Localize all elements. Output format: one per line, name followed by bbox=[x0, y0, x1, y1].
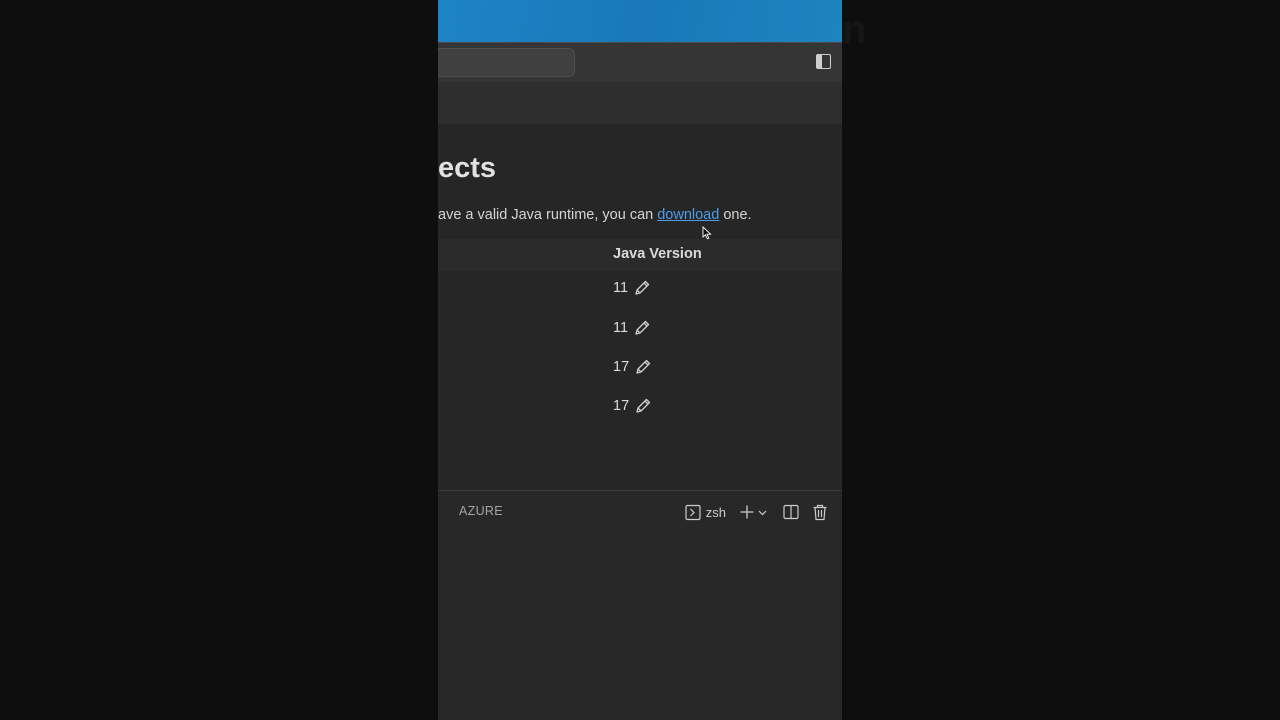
column-header-java-version: Java Version bbox=[613, 246, 702, 262]
table-row: 17 bbox=[613, 355, 652, 379]
title-bar bbox=[438, 42, 842, 83]
intro-text-before: ave a valid Java runtime, you can bbox=[438, 207, 658, 223]
terminal-name: zsh bbox=[705, 504, 726, 520]
new-terminal-button[interactable] bbox=[739, 504, 768, 520]
java-runtime-page: ects ave a valid Java runtime, you can d… bbox=[438, 124, 842, 490]
intro-text-after: one. bbox=[719, 207, 752, 223]
toggle-sidebar-icon[interactable] bbox=[816, 54, 831, 69]
page-title: ects bbox=[438, 152, 497, 184]
table-header: Java Version bbox=[438, 239, 842, 271]
pencil-icon[interactable] bbox=[633, 319, 651, 337]
terminal-selector[interactable]: zsh bbox=[685, 504, 726, 521]
terminal-icon bbox=[685, 504, 701, 520]
intro-text: ave a valid Java runtime, you can downlo… bbox=[438, 207, 752, 223]
dark-backdrop-left bbox=[0, 0, 438, 720]
split-terminal-button[interactable] bbox=[783, 504, 799, 520]
table-row: 11 bbox=[613, 316, 651, 340]
backdrop-shadow-letter: n bbox=[842, 8, 867, 52]
tab-bar bbox=[438, 82, 842, 125]
java-version-value: 11 bbox=[613, 320, 629, 336]
desktop-wallpaper bbox=[438, 0, 842, 42]
pencil-icon[interactable] bbox=[633, 279, 651, 297]
java-version-value: 11 bbox=[613, 280, 629, 296]
bottom-panel: AZURE zsh bbox=[438, 490, 842, 720]
split-panel-icon bbox=[783, 504, 799, 520]
plus-icon bbox=[740, 505, 754, 519]
dark-backdrop-right bbox=[842, 0, 1280, 720]
kill-terminal-button[interactable] bbox=[812, 504, 828, 521]
java-version-value: 17 bbox=[613, 359, 630, 375]
editor-window: ects ave a valid Java runtime, you can d… bbox=[438, 0, 842, 720]
download-link[interactable]: download bbox=[657, 207, 719, 223]
table-row: 11 bbox=[613, 276, 651, 300]
mouse-cursor-icon bbox=[702, 226, 712, 240]
pencil-icon[interactable] bbox=[634, 397, 652, 415]
trash-icon bbox=[813, 504, 827, 520]
command-center-search[interactable] bbox=[438, 48, 575, 77]
panel-tab-azure[interactable]: AZURE bbox=[459, 504, 503, 518]
screen: n ects ave a valid Java runtime, you can… bbox=[0, 0, 1280, 720]
table-row: 17 bbox=[613, 394, 652, 418]
pencil-icon[interactable] bbox=[634, 358, 652, 376]
chevron-down-icon[interactable] bbox=[757, 507, 768, 518]
panel-actions: zsh bbox=[685, 501, 828, 523]
java-version-value: 17 bbox=[613, 398, 630, 414]
